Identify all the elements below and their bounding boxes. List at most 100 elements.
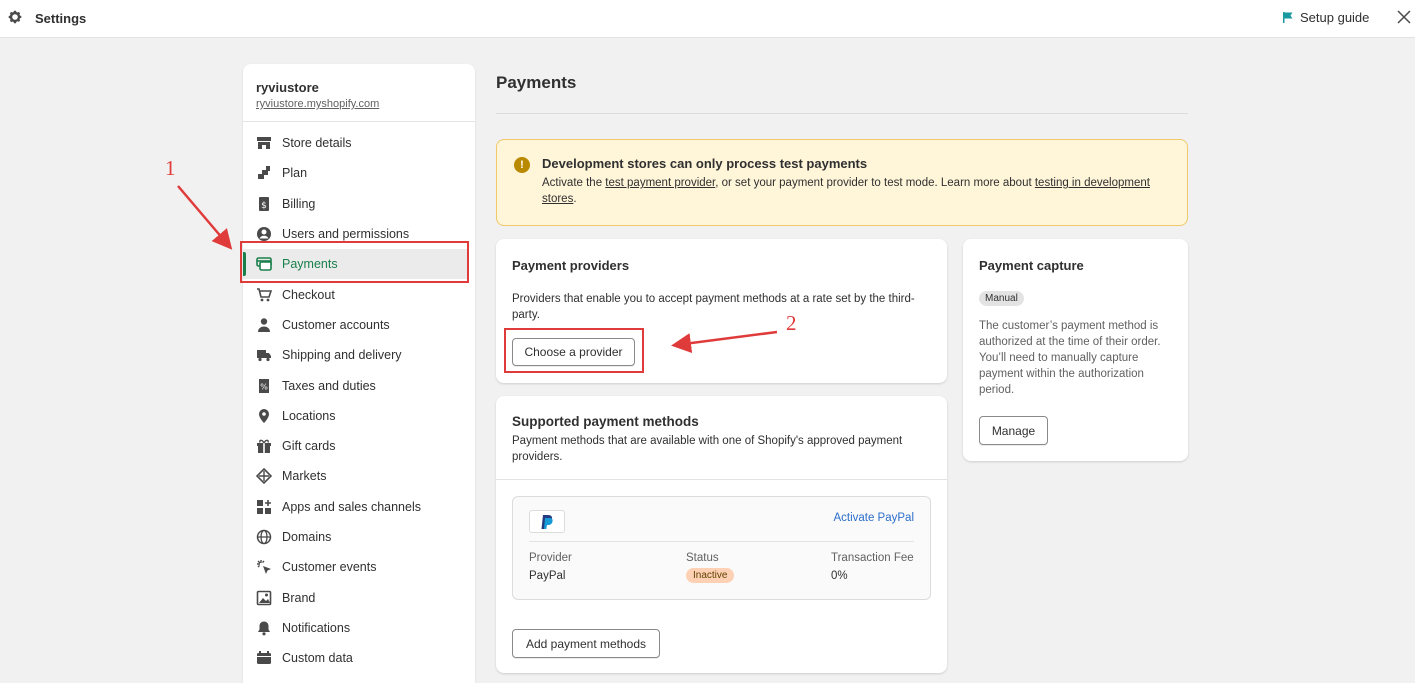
card-header: Supported payment methods Payment method…: [496, 396, 947, 480]
sidebar-item-shipping-and-delivery[interactable]: Shipping and delivery: [243, 340, 475, 370]
warning-icon: !: [514, 157, 530, 173]
page-title: Payments: [496, 73, 577, 92]
sidebar-item-label: Custom data: [282, 651, 353, 666]
sidebar-item-label: Notifications: [282, 620, 351, 635]
top-bar: Settings Setup guide: [0, 0, 1415, 38]
tax-icon: %: [256, 378, 272, 394]
paypal-logo-icon: [529, 510, 565, 533]
setup-guide-label: Setup guide: [1300, 10, 1370, 25]
payments-icon: [256, 256, 272, 272]
sidebar-item-gift-cards[interactable]: Gift cards: [243, 431, 475, 461]
close-icon[interactable]: [1396, 9, 1412, 25]
page-header-title: Settings: [35, 11, 87, 26]
cursor-icon: [256, 559, 272, 575]
sidebar-item-label: Customer events: [282, 560, 377, 575]
sidebar-item-label: Gift cards: [282, 439, 336, 454]
test-payment-provider-link[interactable]: test payment provider: [605, 177, 715, 189]
paypal-method-box: Activate PayPal Provider PayPal Status I…: [512, 496, 931, 600]
banner-title: Development stores can only process test…: [542, 156, 868, 171]
transaction-fee-label: Transaction Fee: [831, 552, 914, 564]
banner-text: Activate the: [542, 177, 606, 189]
sidebar-item-markets[interactable]: Markets: [243, 461, 475, 491]
payment-capture-card: Payment capture Manual The customer’s pa…: [963, 239, 1188, 461]
sidebar-item-label: Plan: [282, 166, 308, 181]
sidebar-item-checkout[interactable]: Checkout: [243, 279, 475, 309]
truck-icon: [256, 347, 272, 363]
flag-icon: [1283, 12, 1293, 23]
person-icon: [256, 317, 272, 333]
gear-icon: [8, 10, 22, 24]
status-badge: Inactive: [686, 568, 735, 583]
card-title: Payment capture: [979, 258, 1084, 273]
sidebar-item-label: Markets: [282, 469, 327, 484]
card-description: Payment methods that are available with …: [512, 435, 903, 463]
sidebar-item-label: Domains: [282, 530, 332, 544]
sidebar-item-taxes-and-duties[interactable]: % Taxes and duties: [243, 370, 475, 400]
sidebar-item-label: Locations: [282, 408, 336, 423]
sidebar-item-label: Payments: [282, 257, 338, 272]
divider: [529, 541, 914, 542]
billing-icon: $: [256, 196, 272, 212]
dev-store-warning-banner: ! Development stores can only process te…: [496, 139, 1188, 226]
globe-icon: [256, 468, 272, 485]
gift-icon: [256, 438, 272, 454]
cart-icon: [256, 287, 272, 303]
svg-text:$: $: [261, 201, 267, 211]
sidebar-item-custom-data[interactable]: Custom data: [243, 643, 475, 673]
sidebar-item-store-details[interactable]: Store details: [243, 128, 475, 158]
svg-text:%: %: [260, 382, 268, 391]
sidebar-item-label: Store details: [282, 136, 352, 151]
store-name: ryviustore: [256, 80, 319, 95]
sidebar-item-customer-accounts[interactable]: Customer accounts: [243, 310, 475, 340]
location-pin-icon: [256, 408, 272, 424]
sidebar-item-label: Shipping and delivery: [282, 348, 402, 363]
sidebar-item-domains[interactable]: Domains: [243, 522, 475, 552]
bell-icon: [256, 620, 272, 636]
transaction-fee-value: 0%: [831, 570, 848, 582]
supported-payment-methods-card: Supported payment methods Payment method…: [496, 396, 947, 673]
sidebar-item-plan[interactable]: Plan: [243, 158, 475, 188]
sidebar-item-users-and-permissions[interactable]: Users and permissions: [243, 219, 475, 249]
capture-mode-badge: Manual: [979, 291, 1024, 306]
store-icon: [256, 135, 272, 151]
add-payment-methods-button[interactable]: Add payment methods: [512, 629, 660, 658]
card-description: Providers that enable you to accept paym…: [512, 293, 915, 321]
sidebar-item-label: Users and permissions: [282, 227, 410, 242]
sidebar-nav: Store details Plan $ Billing Users and p…: [243, 122, 475, 673]
banner-text: , or set your payment provider to test m…: [715, 177, 1035, 189]
sidebar-item-apps-and-sales-channels[interactable]: Apps and sales channels: [243, 492, 475, 522]
sidebar-item-label: Checkout: [282, 287, 335, 302]
store-info: ryviustore ryviustore.myshopify.com: [243, 64, 475, 122]
sidebar-item-locations[interactable]: Locations: [243, 401, 475, 431]
banner-body: Activate the test payment provider, or s…: [542, 175, 1171, 207]
card-description: The customer’s payment method is authori…: [979, 320, 1161, 396]
sidebar-item-billing[interactable]: $ Billing: [243, 189, 475, 219]
apps-icon: [256, 499, 272, 515]
annotation-step-1: 1: [165, 156, 176, 180]
sidebar-item-payments[interactable]: Payments: [243, 249, 467, 280]
provider-label: Provider: [529, 552, 572, 564]
manage-button[interactable]: Manage: [979, 416, 1048, 445]
data-icon: [256, 650, 272, 666]
brand-icon: [256, 590, 272, 606]
choose-provider-button[interactable]: Choose a provider: [512, 338, 635, 366]
sidebar-item-label: Billing: [282, 196, 316, 211]
activate-paypal-link[interactable]: Activate PayPal: [833, 512, 914, 524]
setup-guide-button[interactable]: Setup guide: [1282, 10, 1369, 25]
arrow-to-payments: [177, 185, 233, 250]
sidebar-item-label: Taxes and duties: [282, 378, 376, 393]
divider: [496, 113, 1188, 114]
banner-text: .: [573, 193, 577, 205]
sidebar-item-label: Apps and sales channels: [282, 499, 421, 514]
sidebar-item-brand[interactable]: Brand: [243, 582, 475, 612]
sidebar-item-label: Customer accounts: [282, 317, 390, 332]
sidebar-item-notifications[interactable]: Notifications: [243, 613, 475, 643]
card-title: Payment providers: [512, 258, 630, 273]
payment-providers-card: Payment providers Providers that enable …: [496, 239, 947, 383]
settings-sidebar: ryviustore ryviustore.myshopify.com Stor…: [243, 64, 475, 683]
plan-icon: [256, 165, 272, 181]
store-url-link[interactable]: ryviustore.myshopify.com: [256, 98, 462, 110]
card-title: Supported payment methods: [512, 414, 699, 429]
sidebar-item-customer-events[interactable]: Customer events: [243, 552, 475, 582]
status-label: Status: [686, 552, 719, 564]
